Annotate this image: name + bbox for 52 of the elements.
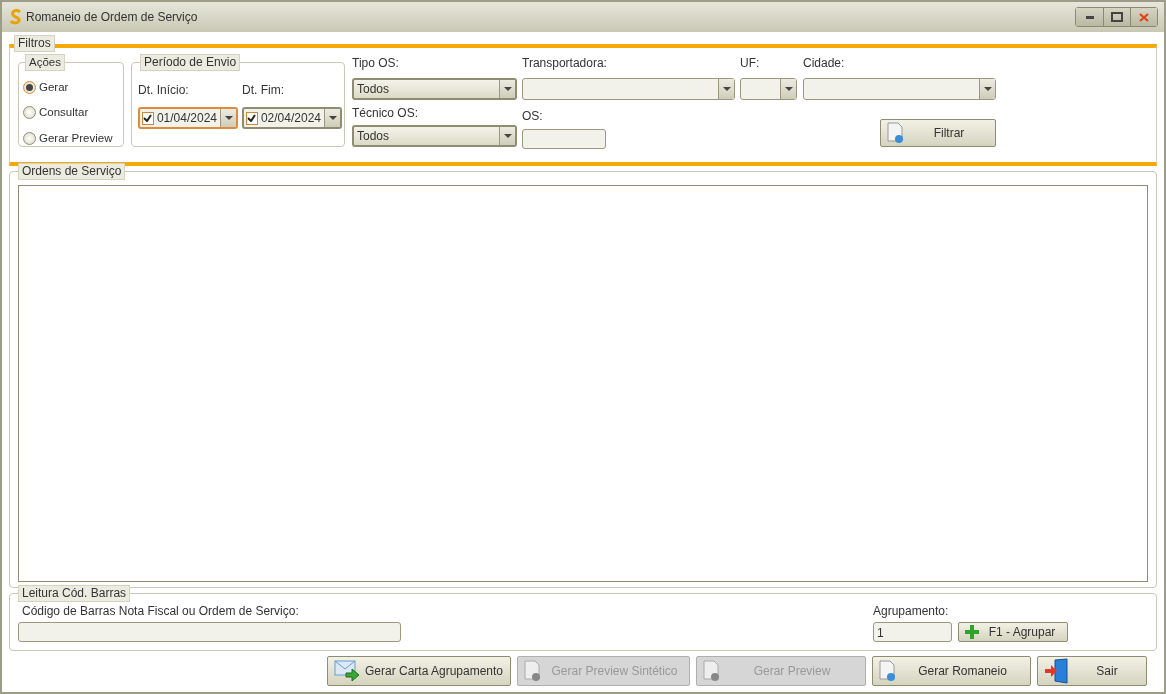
action-button[interactable]: Gerar Carta Agrupamento (327, 656, 511, 686)
field-label: UF: (740, 56, 761, 70)
field-label: Cidade: (803, 56, 846, 70)
field-label: Código de Barras Nota Fiscal ou Ordem de Serviço: (22, 604, 300, 618)
group-title: Filtros (14, 35, 55, 52)
document-refresh-icon (879, 660, 897, 682)
close-button[interactable] (1130, 8, 1157, 26)
city-dropdown[interactable] (803, 78, 996, 100)
app-logo-icon (8, 9, 24, 25)
group-title: Ordens de Serviço (18, 163, 126, 180)
radio-option[interactable]: Gerar Preview (23, 129, 119, 147)
dropdown-value: Todos (357, 128, 390, 145)
checkbox[interactable] (246, 111, 258, 125)
state-dropdown[interactable] (740, 78, 797, 100)
minimize-button[interactable] (1076, 8, 1103, 26)
window-title: Romaneio de Ordem de Serviço (26, 9, 198, 26)
close-icon (1139, 12, 1149, 22)
document-refresh-icon (703, 660, 721, 682)
group-title: Leitura Cód. Barras (18, 585, 131, 602)
plus-icon (965, 625, 979, 639)
field-label: Agrupamento: (873, 604, 950, 618)
group-title: Período de Envio (140, 54, 241, 71)
minimize-icon (1085, 15, 1094, 19)
dropdown-value: Todos (357, 81, 390, 98)
grouping-input[interactable]: 1 (873, 622, 952, 642)
os-input[interactable] (522, 129, 606, 149)
barcode-input[interactable] (18, 622, 401, 642)
field-label: Tipo OS: (352, 56, 400, 70)
carrier-dropdown[interactable] (522, 78, 735, 100)
group-button[interactable]: F1 - Agrupar (958, 622, 1068, 642)
envelope-arrow-icon (334, 660, 360, 682)
action-button[interactable]: Gerar Romaneio (872, 656, 1031, 686)
document-refresh-icon (524, 660, 542, 682)
radio-option[interactable]: Consultar (23, 104, 119, 122)
action-button[interactable]: Sair (1037, 656, 1147, 686)
field-label: OS: (522, 109, 544, 123)
checkbox[interactable] (142, 111, 154, 125)
type-dropdown[interactable]: Todos (352, 78, 517, 100)
field-label: Técnico OS: (352, 106, 420, 120)
radio-option[interactable]: Gerar (23, 79, 119, 97)
date-picker[interactable]: 01/04/2024 (138, 107, 238, 129)
maximize-icon (1111, 12, 1123, 22)
technician-dropdown[interactable]: Todos (352, 125, 517, 147)
filter-button[interactable]: Filtrar (880, 119, 996, 147)
date-picker[interactable]: 02/04/2024 (242, 107, 342, 129)
exit-door-icon (1044, 658, 1070, 684)
field-label: Dt. Fim: (242, 83, 285, 97)
group-title: Ações (25, 54, 65, 71)
document-refresh-icon (887, 122, 905, 144)
maximize-button[interactable] (1103, 8, 1130, 26)
field-label: Transportadora: (522, 56, 608, 70)
field-label: Dt. Início: (138, 83, 190, 97)
